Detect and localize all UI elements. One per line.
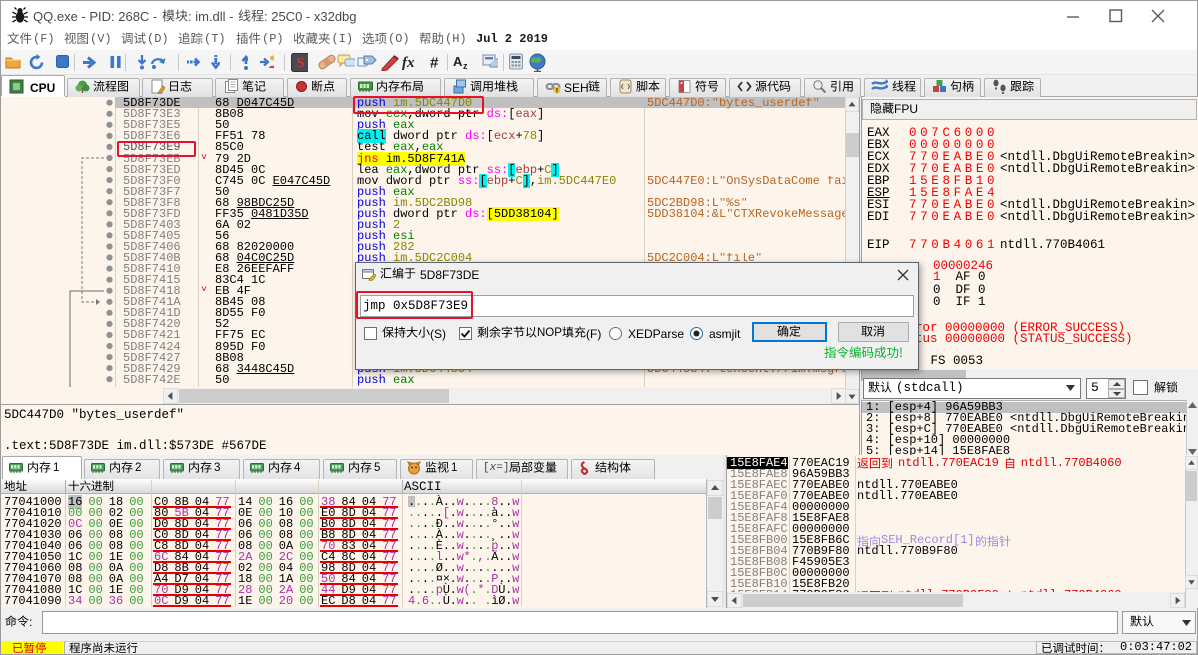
svg-text:fx: fx	[402, 55, 415, 71]
svg-text:z: z	[463, 61, 468, 71]
svg-text:A: A	[453, 54, 463, 69]
svg-text:!: !	[556, 88, 558, 94]
svg-text:S: S	[297, 56, 305, 71]
svg-text:#: #	[430, 55, 439, 72]
